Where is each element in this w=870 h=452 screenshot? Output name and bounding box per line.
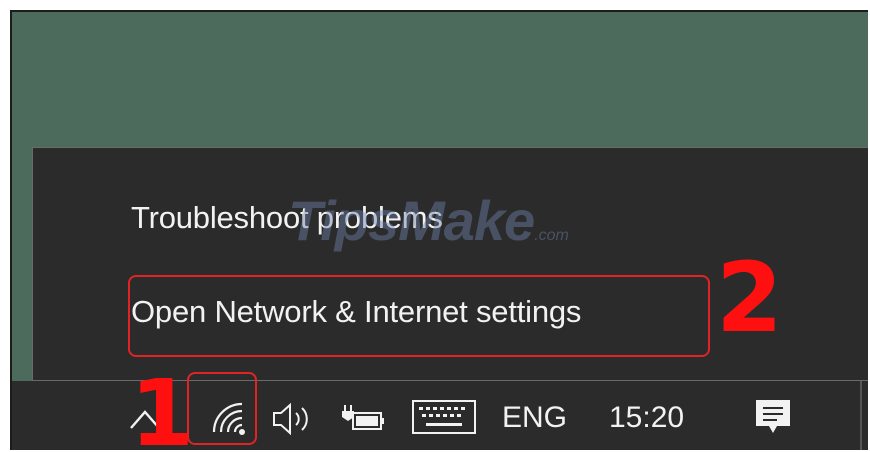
step-two-label: 2	[716, 242, 783, 354]
clock[interactable]: 15:20	[609, 401, 684, 435]
highlight-box-wifi	[187, 372, 257, 445]
taskbar-divider	[860, 381, 862, 450]
highlight-box-open-settings	[128, 275, 710, 357]
volume-icon[interactable]	[271, 401, 317, 442]
menu-item-troubleshoot-problems[interactable]: Troubleshoot problems	[131, 200, 443, 236]
watermark-suffix: .com	[534, 227, 569, 244]
action-center-icon[interactable]	[753, 397, 793, 442]
step-one-label: 1	[130, 360, 195, 451]
touch-keyboard-icon[interactable]	[411, 399, 477, 440]
battery-icon[interactable]	[339, 403, 387, 438]
network-context-menu: Troubleshoot problems Open Network & Int…	[32, 147, 868, 381]
screenshot-frame: Troubleshoot problems Open Network & Int…	[10, 10, 868, 450]
language-indicator[interactable]: ENG	[502, 401, 567, 435]
